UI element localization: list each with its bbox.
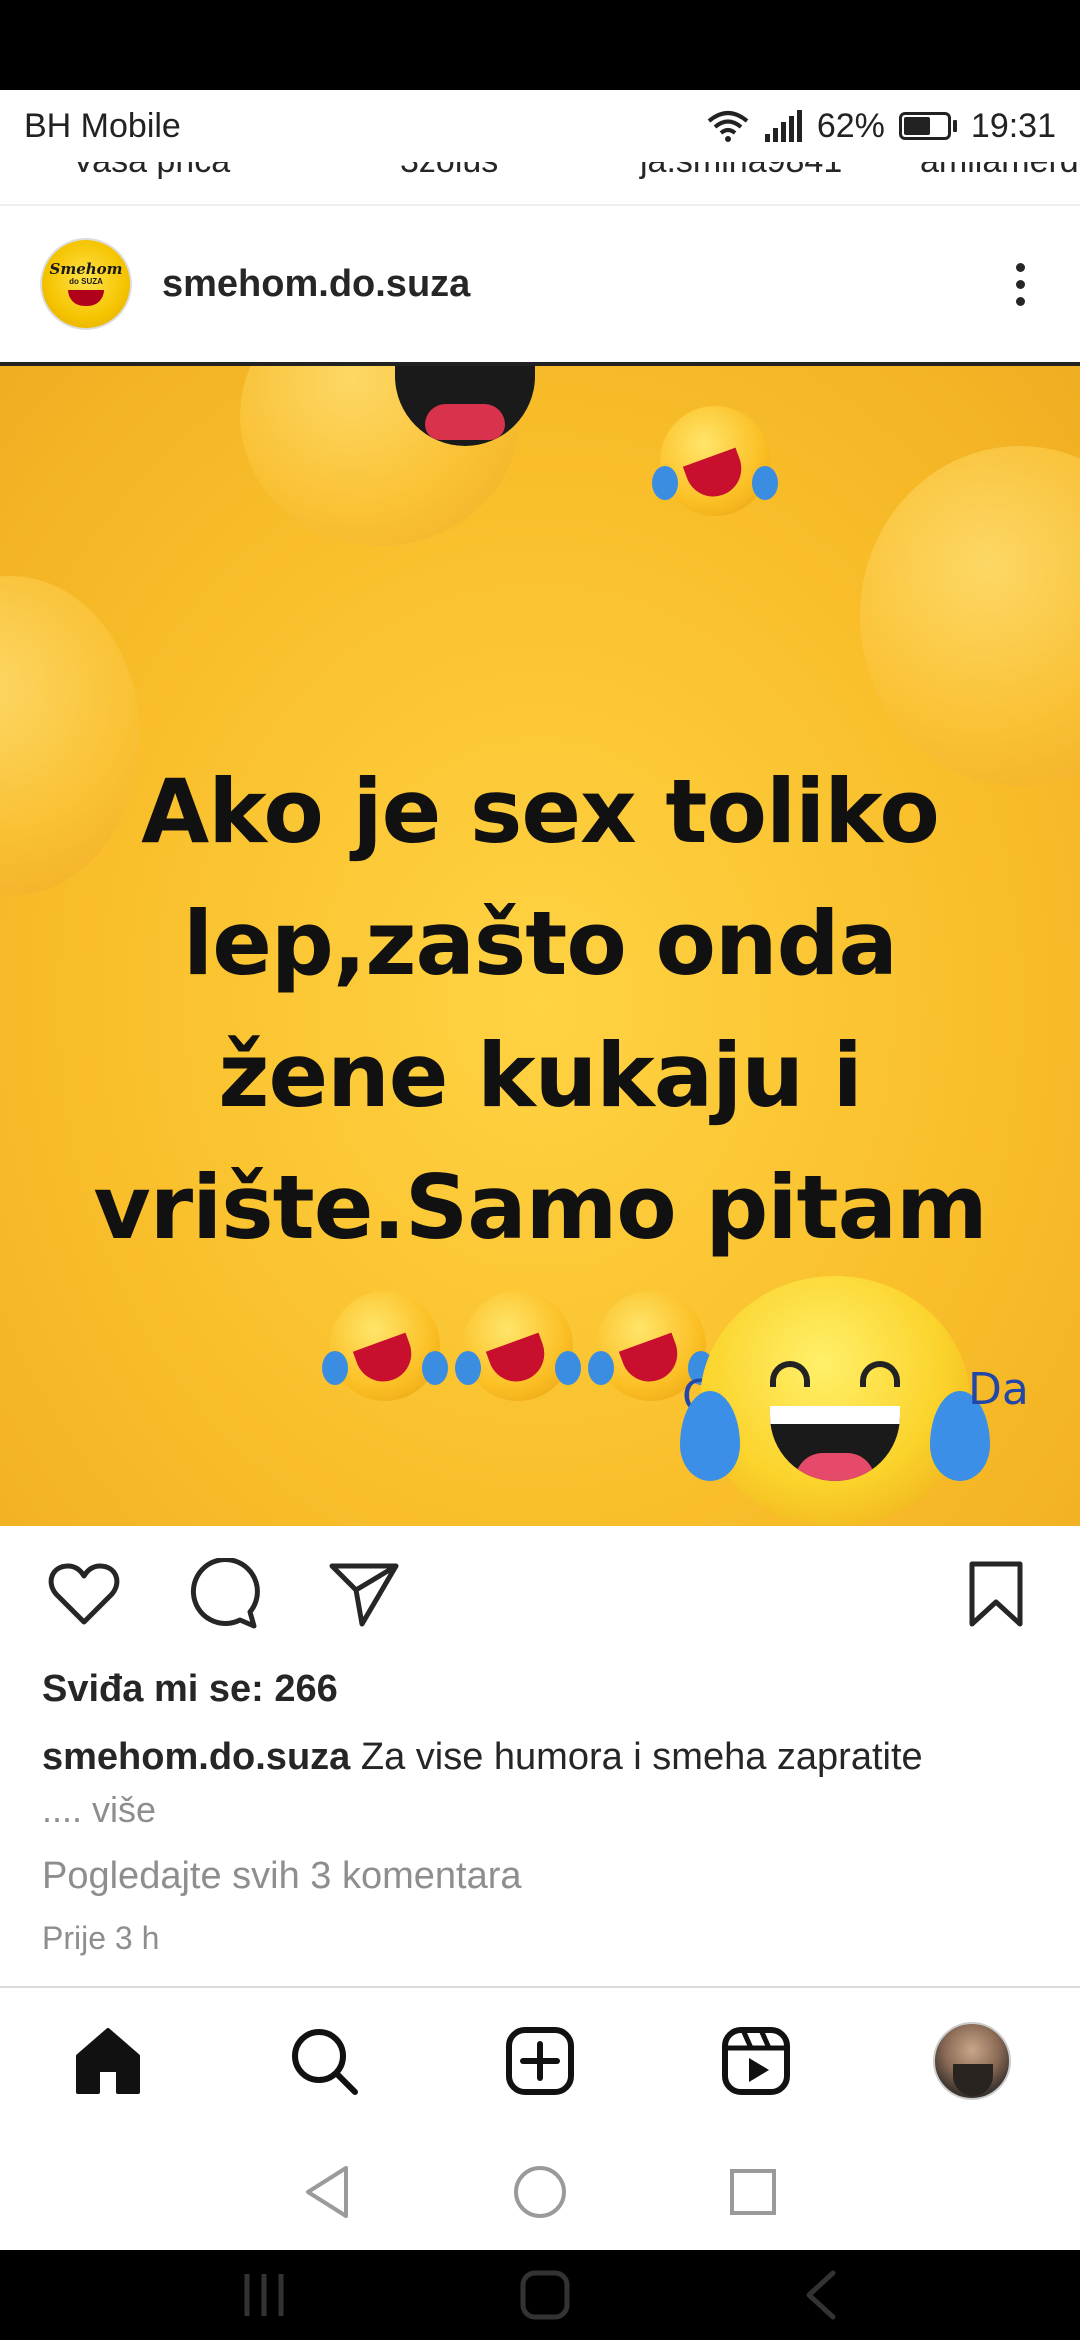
story-label[interactable]: ja.smina9841 [640, 162, 842, 181]
story-label[interactable]: amilamerd [920, 162, 1079, 181]
caption-more-link[interactable]: .... više [42, 1783, 1038, 1837]
home-icon[interactable] [63, 2016, 153, 2106]
gesture-navigation-bar [0, 2250, 1080, 2340]
more-vertical-icon[interactable] [1000, 254, 1040, 314]
comment-icon[interactable] [184, 1554, 264, 1634]
status-bar: BH Mobile 62% 19:31 [0, 90, 1080, 162]
meme-line: Ako je sex toliko [141, 760, 940, 863]
profile-avatar[interactable] [933, 2022, 1011, 2100]
battery-percent: 62% [816, 106, 885, 145]
battery-icon [898, 112, 957, 140]
carrier-name: BH Mobile [24, 106, 181, 145]
avatar-mouth [68, 290, 104, 306]
laughing-emoji [680, 1276, 990, 1526]
home-circle-icon[interactable] [512, 2164, 568, 2220]
add-post-icon[interactable] [495, 2016, 585, 2106]
story-label[interactable]: 3zolus [400, 162, 498, 181]
recents-square-icon[interactable] [728, 2167, 778, 2217]
bottom-navigation [0, 1986, 1080, 2134]
tears-of-joy-emoji [322, 1291, 448, 1401]
post-actions [0, 1526, 1080, 1662]
meme-line: žene kukaju i [218, 1024, 863, 1127]
post-image[interactable]: Ako je sex toliko lep,zašto onda žene ku… [0, 362, 1080, 1526]
story-label[interactable]: Vaša priča [72, 162, 230, 181]
system-navigation [0, 2134, 1080, 2250]
back-chevron-icon[interactable] [801, 2269, 841, 2321]
caption-text: Za vise humora i smeha zapratite [350, 1736, 923, 1778]
bookmark-icon[interactable] [956, 1554, 1036, 1634]
background-emoji [860, 446, 1080, 786]
post-username[interactable]: smehom.do.suza [162, 263, 470, 306]
post-header: Smehom do SUZA smehom.do.suza [0, 206, 1080, 362]
meme-text: Ako je sex toliko lep,zašto onda žene ku… [0, 746, 1080, 1274]
signal-icon [764, 110, 802, 142]
view-comments-link[interactable]: Pogledajte svih 3 komentara [42, 1855, 1038, 1898]
camera-cutout-area [0, 0, 1080, 90]
post-meta: Sviđa mi se: 266 smehom.do.suza Za vise … [0, 1662, 1080, 1986]
likes-count[interactable]: Sviđa mi se: 266 [42, 1668, 1038, 1711]
profile-tab[interactable] [927, 2016, 1017, 2106]
meme-line: vrište.Samo pitam [93, 1156, 987, 1259]
back-triangle-icon[interactable] [302, 2164, 352, 2220]
send-icon[interactable] [324, 1554, 404, 1634]
watermark-right: Da [968, 1364, 1029, 1415]
search-icon[interactable] [279, 2016, 369, 2106]
caption-username[interactable]: smehom.do.suza [42, 1736, 350, 1778]
post-caption: smehom.do.suza Za vise humora i smeha za… [42, 1731, 1038, 1783]
avatar-logo-subtext: do SUZA [69, 277, 103, 286]
stories-tray[interactable]: Vaša priča 3zolus ja.smina9841 amilamerd [0, 162, 1080, 206]
meme-line: lep,zašto onda [183, 892, 898, 995]
recent-apps-icon[interactable] [239, 2270, 289, 2320]
clock: 19:31 [970, 106, 1056, 145]
reels-icon[interactable] [711, 2016, 801, 2106]
avatar-logo-text: Smehom [49, 260, 123, 278]
battery-fill [903, 117, 930, 135]
tears-of-joy-emoji [652, 406, 778, 516]
wifi-icon [707, 111, 749, 142]
heart-icon[interactable] [44, 1554, 124, 1634]
home-button-icon[interactable] [519, 2269, 571, 2321]
status-indicators: 62% 19:31 [707, 107, 1056, 146]
post-timestamp: Prije 3 h [42, 1920, 160, 1956]
post-author-avatar[interactable]: Smehom do SUZA [40, 238, 132, 330]
tears-of-joy-emoji [455, 1291, 581, 1401]
